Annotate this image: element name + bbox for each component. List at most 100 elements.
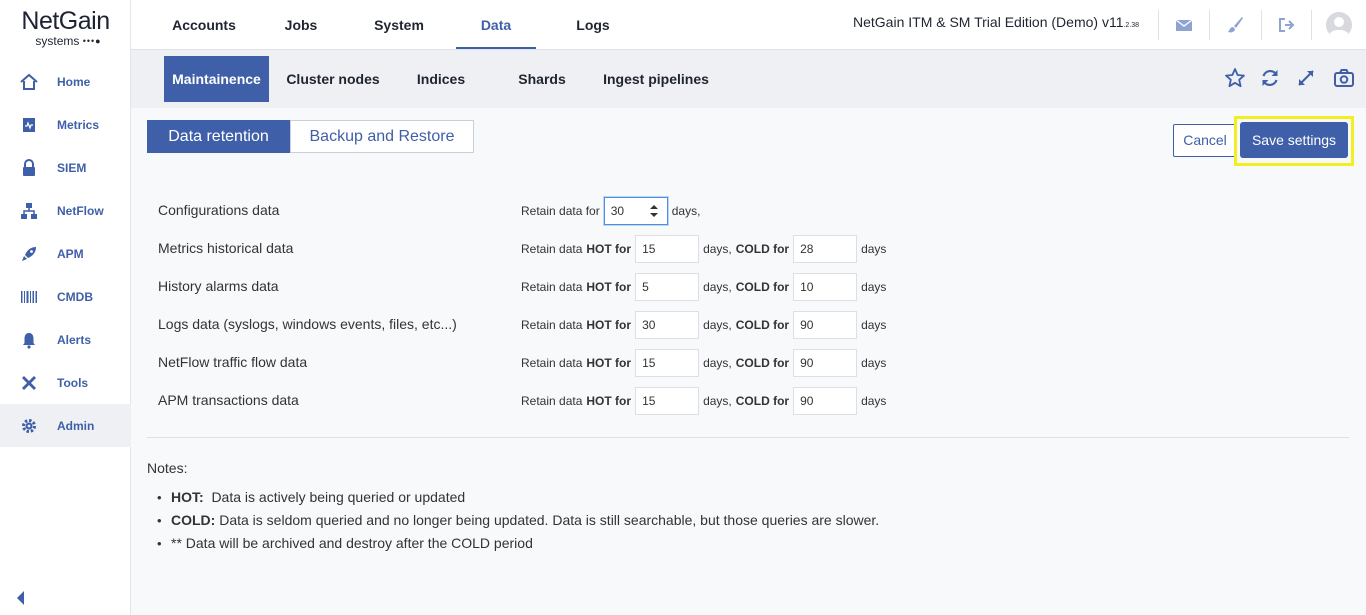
sidebar-item-home[interactable]: Home xyxy=(0,60,131,103)
note-text: Data is actively being queried or update… xyxy=(203,489,466,505)
retain-data-label: Retain data xyxy=(521,394,583,408)
sidebar-item-label: Alerts xyxy=(57,332,92,347)
logo-main-text: NetGain xyxy=(21,7,110,35)
note-text: Data is seldom queried and no longer bei… xyxy=(215,512,880,528)
alarms-cold-input[interactable]: 10 xyxy=(793,273,858,301)
days-label: days, xyxy=(703,394,732,408)
days-label: days xyxy=(861,318,887,332)
rocket-icon xyxy=(0,244,57,264)
sidebar-item-label: APM xyxy=(57,246,84,261)
edition-label: NetGain ITM & SM Trial Edition (Demo) v1… xyxy=(853,14,1139,30)
sidebar-item-netflow[interactable]: NetFlow xyxy=(0,189,131,232)
netgain-logo[interactable]: NetGain systems •••● xyxy=(0,8,131,48)
days-label: days xyxy=(861,356,887,370)
alarms-hot-input[interactable]: 5 xyxy=(635,273,700,301)
screenshot-button[interactable] xyxy=(1333,67,1355,89)
subtab-indices[interactable]: Indices xyxy=(407,56,475,102)
tab-accounts[interactable]: Accounts xyxy=(160,0,248,49)
days-label: days, xyxy=(671,204,701,218)
list-item: COLD: Data is seldom queried and no long… xyxy=(157,509,879,532)
version-suffix: .2.38 xyxy=(1123,22,1140,29)
favorite-button[interactable] xyxy=(1224,67,1246,89)
cold-for-label: COLD for xyxy=(735,318,790,332)
hot-for-label: HOT for xyxy=(586,318,632,332)
subtab-cluster-nodes[interactable]: Cluster nodes xyxy=(281,56,385,102)
retain-data-label: Retain data xyxy=(521,280,583,294)
collapse-sidebar-icon[interactable] xyxy=(14,589,26,607)
theme-button[interactable] xyxy=(1209,10,1259,40)
sidebar-item-tools[interactable]: Tools xyxy=(0,361,131,404)
sidebar-item-label: NetFlow xyxy=(57,203,104,218)
star-icon xyxy=(1225,68,1245,88)
user-menu-button[interactable] xyxy=(1311,10,1366,40)
sidebar-item-metrics[interactable]: Metrics xyxy=(0,103,131,146)
edition-text: NetGain ITM & SM Trial Edition (Demo) v1… xyxy=(853,14,1124,30)
tools-icon xyxy=(0,373,57,393)
save-settings-button[interactable]: Save settings xyxy=(1240,122,1348,158)
sidebar-item-label: Admin xyxy=(57,418,95,433)
metrics-cold-input[interactable]: 28 xyxy=(793,235,858,263)
retain-data-label: Retain data xyxy=(521,356,583,370)
logo-sub-text: systems •••● xyxy=(6,34,131,48)
retain-data-label: Retain data xyxy=(521,318,583,332)
refresh-button[interactable] xyxy=(1259,67,1281,89)
retention-controls: Retain data HOT for 15 days, COLD for 28 d… xyxy=(521,235,886,263)
network-icon xyxy=(0,201,57,221)
sidebar-item-admin[interactable]: Admin xyxy=(0,404,131,447)
tab-data[interactable]: Data xyxy=(456,0,536,49)
retention-row-metrics: Metrics historical data Retain data HOT f… xyxy=(131,235,1366,273)
tab-system[interactable]: System xyxy=(361,0,437,49)
netflow-cold-input[interactable]: 90 xyxy=(793,349,858,377)
tab-backup-restore[interactable]: Backup and Restore xyxy=(290,120,474,153)
days-label: days, xyxy=(703,318,732,332)
days-label: days, xyxy=(703,280,732,294)
sidebar-item-apm[interactable]: APM xyxy=(0,232,131,275)
sidebar-item-label: SIEM xyxy=(57,160,87,175)
cold-for-label: COLD for xyxy=(735,280,790,294)
cold-for-label: COLD for xyxy=(735,394,790,408)
retention-controls: Retain data HOT for 15 days, COLD for 90 d… xyxy=(521,349,886,377)
retention-controls: Retain data HOT for 15 days, COLD for 90 d… xyxy=(521,387,886,415)
configurations-days-input[interactable]: 30 xyxy=(603,197,668,225)
apm-hot-input[interactable]: 15 xyxy=(635,387,700,415)
metrics-hot-input[interactable]: 15 xyxy=(635,235,700,263)
spinner-arrows-icon[interactable] xyxy=(649,202,659,220)
logo-dots: •••● xyxy=(82,36,102,46)
cancel-button[interactable]: Cancel xyxy=(1173,124,1237,157)
sidebar-item-cmdb[interactable]: CMDB xyxy=(0,275,131,318)
netflow-hot-input[interactable]: 15 xyxy=(635,349,700,377)
note-term: HOT: xyxy=(171,489,204,505)
avatar-icon xyxy=(1326,12,1352,38)
lock-icon xyxy=(0,158,57,178)
envelope-icon xyxy=(1175,19,1192,31)
subtab-ingest-pipelines[interactable]: Ingest pipelines xyxy=(598,56,714,102)
fullscreen-button[interactable] xyxy=(1295,67,1317,89)
retention-controls: Retain data HOT for 5 days, COLD for 10 da… xyxy=(521,273,886,301)
tab-jobs[interactable]: Jobs xyxy=(271,0,331,49)
retention-row-logs: Logs data (syslogs, windows events, file… xyxy=(131,311,1366,349)
main-content: Data retention Backup and Restore Cancel… xyxy=(131,108,1366,615)
subtab-maintainence[interactable]: Maintainence xyxy=(164,56,269,102)
sidebar-item-label: Tools xyxy=(57,375,89,390)
sidebar: NetGain systems •••● Home Metrics SIEM N… xyxy=(0,0,131,615)
logs-cold-input[interactable]: 90 xyxy=(793,311,858,339)
subtab-shards[interactable]: Shards xyxy=(509,56,575,102)
input-value: 30 xyxy=(610,204,625,218)
retention-row-netflow: NetFlow traffic flow data Retain data HOT… xyxy=(131,349,1366,387)
sign-out-icon xyxy=(1278,18,1294,32)
retain-for-label: Retain data for xyxy=(521,204,600,218)
logs-hot-input[interactable]: 30 xyxy=(635,311,700,339)
sidebar-item-siem[interactable]: SIEM xyxy=(0,146,131,189)
days-label: days, xyxy=(703,356,732,370)
row-label: APM transactions data xyxy=(158,392,299,408)
messages-button[interactable] xyxy=(1158,10,1208,40)
apm-cold-input[interactable]: 90 xyxy=(793,387,858,415)
sidebar-item-alerts[interactable]: Alerts xyxy=(0,318,131,361)
tab-data-retention[interactable]: Data retention xyxy=(147,120,290,153)
row-label: Logs data (syslogs, windows events, file… xyxy=(158,316,457,332)
days-label: days xyxy=(861,280,887,294)
notes-title: Notes: xyxy=(147,460,188,476)
tab-logs[interactable]: Logs xyxy=(563,0,623,49)
retention-row-apm: APM transactions data Retain data HOT for… xyxy=(131,387,1366,425)
logout-button[interactable] xyxy=(1261,10,1311,40)
